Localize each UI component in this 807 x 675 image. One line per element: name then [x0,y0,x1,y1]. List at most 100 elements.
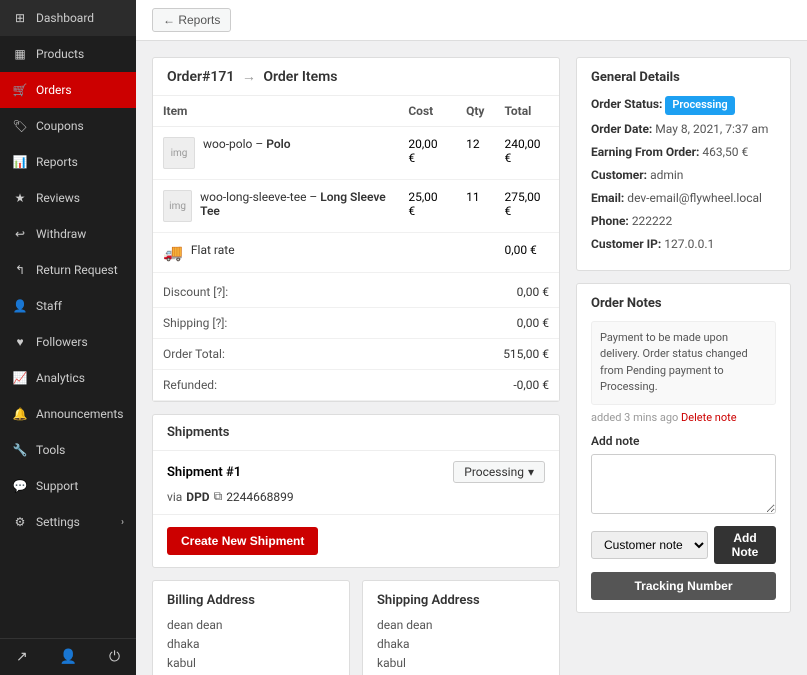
item-3-cost [398,233,456,273]
item-2-cost: 25,00 € [398,180,456,233]
billing-city: dhaka [167,637,200,651]
withdraw-icon: ↩ [12,226,28,242]
share-icon[interactable]: ↗ [16,649,28,665]
earning-value: 463,50 € [702,145,748,159]
sidebar-item-followers[interactable]: ♥ Followers [0,324,136,360]
email-value: dev-email@flywheel.local [627,191,762,205]
add-note-button[interactable]: Add Note [714,526,776,564]
right-panel: General Details Order Status: Processing… [576,57,791,675]
shipping-address-title: Shipping Address [377,593,545,608]
item-1-thumbnail: img [163,137,195,169]
sidebar-item-return-request[interactable]: ↰ Return Request [0,252,136,288]
order-title: Order#171 → Order Items [153,58,559,96]
customer-ip-row: Customer IP: 127.0.0.1 [591,235,776,253]
general-details-card: General Details Order Status: Processing… [576,57,791,271]
phone-row: Phone: 222222 [591,212,776,230]
sidebar-item-label: Orders [36,83,124,97]
back-to-reports-button[interactable]: ← Reports [152,8,231,32]
note-time: added 3 mins ago [591,411,678,424]
order-date-value: May 8, 2021, 7:37 am [655,122,768,136]
sidebar-item-products[interactable]: ▦ Products [0,36,136,72]
orders-icon: 🛒 [12,82,28,98]
left-panel: Order#171 → Order Items Item Cost Qty To… [152,57,560,675]
note-textarea[interactable] [591,454,776,514]
add-note-label: Add note [591,434,776,448]
note-meta: added 3 mins ago Delete note [591,411,776,424]
order-number: Order#171 [167,69,234,85]
item-2-cell: img woo-long-sleeve-tee – Long Sleeve Te… [163,190,388,222]
tracking-number-value: 2244668899 [226,490,293,504]
delete-note-link[interactable]: Delete note [681,411,737,424]
breadcrumb-bar: ← Reports [136,0,807,41]
content-area: Order#171 → Order Items Item Cost Qty To… [136,41,807,675]
order-date-row: Order Date: May 8, 2021, 7:37 am [591,120,776,138]
sidebar-item-analytics[interactable]: 📈 Analytics [0,360,136,396]
note-box: Payment to be made upon delivery. Order … [591,321,776,405]
discount-value: 0,00 € [382,277,559,308]
item-2-thumbnail: img [163,190,192,222]
sidebar-item-reports[interactable]: 📊 Reports [0,144,136,180]
email-row: Email: dev-email@flywheel.local [591,189,776,207]
shipment-status-dropdown[interactable]: Processing ▾ [453,461,545,483]
col-total: Total [494,96,559,127]
sidebar-item-coupons[interactable]: 🏷 Coupons [0,108,136,144]
sidebar-item-tools[interactable]: 🔧 Tools [0,432,136,468]
tools-icon: 🔧 [12,442,28,458]
chevron-right-icon: › [121,517,124,528]
shipping-value: 0,00 € [382,308,559,339]
note-type-select[interactable]: Customer note Private note [591,531,708,559]
sidebar-item-reviews[interactable]: ★ Reviews [0,180,136,216]
item-2-qty: 11 [456,180,494,233]
shipment-via-row: via DPD ⧉ 2244668899 [167,489,545,504]
sidebar-item-dashboard[interactable]: ⊞ Dashboard [0,0,136,36]
shipping-address-content: dean dean dhaka kabul 1007 [377,616,545,675]
sidebar-item-announcements[interactable]: 🔔 Announcements [0,396,136,432]
order-status-label: Order Status: [591,97,662,111]
dashboard-icon: ⊞ [12,10,28,26]
shipping-name: dean dean [377,618,433,632]
sidebar-item-label: Followers [36,335,124,349]
order-notes-card: Order Notes Payment to be made upon deli… [576,283,791,613]
item-1-cost: 20,00 € [398,127,456,180]
order-status-row: Order Status: Processing [591,95,776,115]
billing-address-title: Billing Address [167,593,335,608]
shipment-status-label: Processing [464,465,524,479]
item-2-total: 275,00 € [494,180,559,233]
sidebar-item-withdraw[interactable]: ↩ Withdraw [0,216,136,252]
refunded-value: -0,00 € [382,370,559,401]
user-icon[interactable]: 👤 [60,649,77,665]
item-3-qty [456,233,494,273]
settings-icon: ⚙ [12,514,28,530]
sidebar-item-support[interactable]: 💬 Support [0,468,136,504]
reviews-icon: ★ [12,190,28,206]
billing-address-content: dean dean dhaka kabul 1007 [167,616,335,675]
sidebar-item-label: Products [36,47,124,61]
sidebar-item-label: Coupons [36,119,124,133]
item-3-name: Flat rate [191,243,235,257]
copy-icon[interactable]: ⧉ [214,489,223,504]
shipments-card: Shipments Shipment #1 Processing ▾ via D… [152,414,560,568]
address-row: Billing Address dean dean dhaka kabul 10… [152,580,560,675]
customer-ip-value: 127.0.0.1 [664,237,714,251]
order-total-row: Order Total: 515,00 € [153,339,559,370]
sidebar-item-staff[interactable]: 👤 Staff [0,288,136,324]
sidebar-item-orders[interactable]: 🛒 Orders [0,72,136,108]
create-shipment-button[interactable]: Create New Shipment [167,527,318,555]
tracking-number-button[interactable]: Tracking Number [591,572,776,600]
analytics-icon: 📈 [12,370,28,386]
item-1-qty: 12 [456,127,494,180]
phone-value: 222222 [632,214,672,228]
customer-value: admin [650,168,683,182]
coupons-icon: 🏷 [12,118,28,134]
shipment-1-header: Shipment #1 Processing ▾ [167,461,545,483]
power-icon[interactable]: ⏻ [109,649,120,665]
col-qty: Qty [456,96,494,127]
col-cost: Cost [398,96,456,127]
refunded-row: Refunded: -0,00 € [153,370,559,401]
item-1-name: woo-polo – Polo [203,137,291,151]
sidebar-item-label: Tools [36,443,124,457]
followers-icon: ♥ [12,334,28,350]
shipping-row: Shipping [?]: 0,00 € [153,308,559,339]
sidebar-item-settings[interactable]: ⚙ Settings › [0,504,136,540]
support-icon: 💬 [12,478,28,494]
